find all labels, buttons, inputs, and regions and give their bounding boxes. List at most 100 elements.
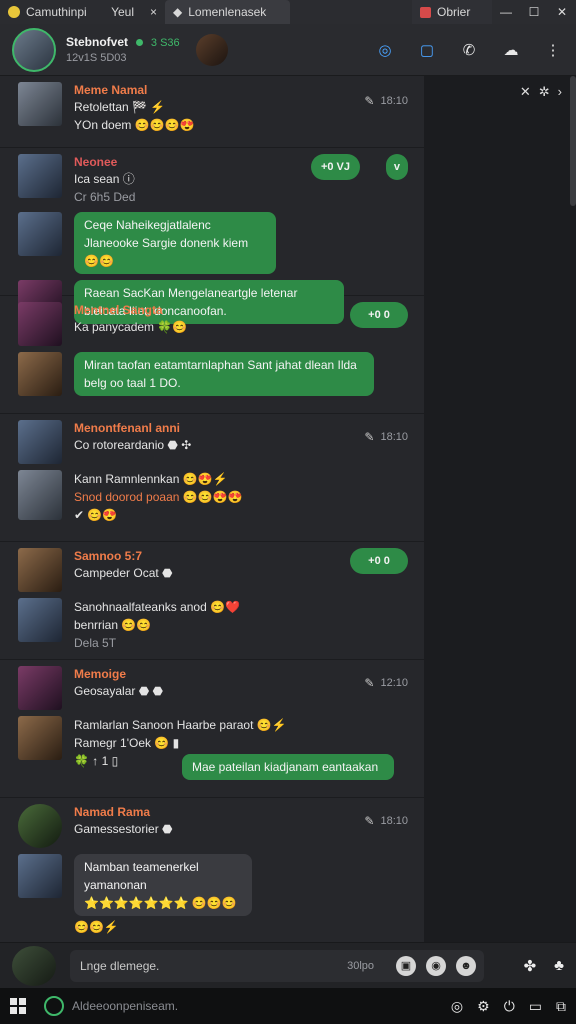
- tab-active[interactable]: ◆ Lomenlenasek: [165, 0, 290, 24]
- bookmark-icon[interactable]: ▢: [416, 41, 438, 59]
- sender-name[interactable]: Neonee: [74, 154, 414, 170]
- avatar[interactable]: [18, 716, 62, 760]
- reaction-pill[interactable]: +0 0: [350, 302, 408, 328]
- message-text: Gamessestorier ⬣: [74, 822, 173, 836]
- message-row: Namban teamenerkel yamanonan ⭐⭐⭐⭐⭐⭐⭐ 😊😊😊…: [18, 854, 414, 936]
- tab-icon: ◆: [173, 5, 183, 19]
- message-group: Namad Rama Gamessestorier ⬣ ✎ 18:10 Namb…: [0, 798, 424, 942]
- message-bubble[interactable]: Miran taofan eatamtarnlaphan Sant jahat …: [74, 352, 374, 396]
- emoji-icon[interactable]: ☻: [456, 955, 476, 976]
- online-indicator: [136, 38, 144, 46]
- avatar[interactable]: [18, 82, 62, 126]
- sender-name[interactable]: Menontfenanl anni: [74, 420, 414, 436]
- phone-icon[interactable]: ✆: [458, 41, 480, 59]
- message-text: Retolettan 🏁 ⚡: [74, 100, 166, 114]
- avatar[interactable]: [195, 33, 228, 66]
- more-icon[interactable]: ⋮: [542, 41, 564, 59]
- chat-icon[interactable]: ◎: [451, 998, 463, 1015]
- avatar[interactable]: [18, 598, 62, 642]
- settings-icon[interactable]: ✲: [539, 84, 550, 100]
- avatar[interactable]: [18, 548, 62, 592]
- tab-label: Camuthinpi: [26, 5, 87, 19]
- avatar[interactable]: [18, 470, 62, 520]
- message-bubble[interactable]: Namban teamenerkel yamanonan ⭐⭐⭐⭐⭐⭐⭐ 😊😊😊: [74, 854, 252, 916]
- close-panel-icon[interactable]: ✕: [520, 84, 531, 100]
- contact-name: Stebnofvet: [66, 34, 129, 49]
- avatar[interactable]: [12, 27, 56, 72]
- tab-first[interactable]: Camuthinpi Yeul ×: [0, 0, 165, 24]
- maximize-icon[interactable]: ☐: [520, 0, 548, 24]
- message-text: Co rotoreardanio ⬣ ✣: [74, 438, 192, 452]
- panel-controls: ✕ ✲ ›: [520, 84, 562, 100]
- message-row: Ceqe Naheikegjatlalenc Jlaneooke Sargie …: [18, 212, 414, 274]
- message-row: Meme Namal Retolettan 🏁 ⚡ YOn doem 😊😊😊😍: [18, 82, 414, 134]
- minimize-icon[interactable]: —: [492, 0, 520, 24]
- avatar[interactable]: [18, 854, 62, 898]
- avatar[interactable]: [12, 945, 56, 986]
- search-icon[interactable]: [44, 996, 64, 1016]
- sticker-icon[interactable]: ✤: [524, 957, 537, 975]
- gear-icon[interactable]: ⚙: [477, 998, 490, 1015]
- avatar[interactable]: [18, 804, 62, 848]
- edit-icon[interactable]: ✎: [364, 430, 374, 444]
- message-text: benrrian 😊😊: [74, 618, 152, 632]
- tab-right[interactable]: Obrier: [412, 0, 492, 24]
- windows-start-icon[interactable]: [10, 998, 26, 1014]
- sender-name[interactable]: Meme Namal: [74, 82, 414, 98]
- taskbar-search[interactable]: Aldeeoonpeniseam.: [72, 999, 178, 1013]
- message-text: Sanohnaalfateanks anod 😊❤️: [74, 600, 240, 614]
- message-group: Neonee Ica sean ⓘ Cr 6h5 Ded +0 VJ v Ceq…: [0, 148, 424, 324]
- tab-label: Lomenlenasek: [188, 5, 267, 19]
- chevron-right-icon[interactable]: ›: [558, 84, 562, 100]
- message-text: Ica sean ⓘ: [74, 172, 135, 186]
- message-text: ✔ 😊😍: [74, 508, 118, 522]
- reaction-pill[interactable]: v: [385, 154, 408, 180]
- message-group: Memoige Geosayalar ⬣ ⬣ ✎ 12:10 Ramlarlan…: [0, 660, 424, 798]
- app-icon: [420, 6, 431, 18]
- char-counter: 30lpo: [347, 959, 374, 972]
- message-text: 😊😊⚡: [74, 920, 119, 934]
- power-icon[interactable]: ⏻: [504, 998, 515, 1015]
- message-text: Snod doorod poaan 😊😊😍😍: [74, 490, 243, 504]
- reaction-pill[interactable]: +0 VJ: [310, 154, 360, 180]
- message-meta: ✎ 12:10: [364, 676, 408, 690]
- message-group: Meme Namal Retolettan 🏁 ⚡ YOn doem 😊😊😊😍 …: [0, 76, 424, 148]
- message-row: Namad Rama Gamessestorier ⬣: [18, 804, 414, 848]
- close-tab-icon[interactable]: ×: [150, 5, 157, 19]
- edit-icon[interactable]: ✎: [364, 94, 374, 108]
- message-row: Miran taofan eatamtarnlaphan Sant jahat …: [18, 352, 414, 396]
- tab-label: Yeul: [111, 5, 134, 19]
- monitor-icon[interactable]: ▭: [529, 998, 542, 1015]
- avatar[interactable]: [18, 352, 62, 396]
- avatar[interactable]: [18, 154, 62, 198]
- header-actions: ◎ ▢ ✆ ☁ ⋮: [374, 41, 564, 59]
- window-icon[interactable]: ⧉: [556, 998, 566, 1015]
- taskbar: Aldeeoonpeniseam. ◎ ⚙ ⏻ ▭ ⧉: [0, 988, 576, 1024]
- edit-icon[interactable]: ✎: [364, 814, 374, 828]
- apps-icon[interactable]: ♣: [554, 957, 564, 975]
- avatar[interactable]: [18, 666, 62, 710]
- reaction-pill[interactable]: +0 0: [350, 548, 408, 574]
- gif-icon[interactable]: ◉: [426, 955, 446, 976]
- message-list[interactable]: Meme Namal Retolettan 🏁 ⚡ YOn doem 😊😊😊😍 …: [0, 76, 424, 942]
- message-bubble[interactable]: Mae pateilan kiadjanam eantaakan: [182, 754, 394, 780]
- message-meta: ✎ 18:10: [364, 814, 408, 828]
- attach-icon[interactable]: ☁: [500, 41, 522, 59]
- avatar[interactable]: [18, 420, 62, 464]
- sender-name[interactable]: Memoige: [74, 666, 414, 682]
- message-bubble[interactable]: Ceqe Naheikegjatlalenc Jlaneooke Sargie …: [74, 212, 276, 274]
- message-input[interactable]: Lnge dlemege. 30lpo ▣ ◉ ☻: [70, 949, 484, 982]
- message-meta: ✎ 18:10: [364, 94, 408, 108]
- scrollbar[interactable]: [570, 76, 576, 206]
- message-text: Ramegr 1'Oek 😊 ▮: [74, 736, 180, 750]
- compass-icon[interactable]: ◎: [374, 41, 396, 59]
- title-bar: Camuthinpi Yeul × ◆ Lomenlenasek Obrier …: [0, 0, 576, 24]
- image-icon[interactable]: ▣: [396, 955, 416, 976]
- sender-name[interactable]: Namad Rama: [74, 804, 414, 820]
- app-icon: [8, 6, 20, 18]
- edit-icon[interactable]: ✎: [364, 676, 374, 690]
- avatar[interactable]: [18, 212, 62, 256]
- message-text: YOn doem 😊😊😊😍: [74, 118, 195, 132]
- close-icon[interactable]: ✕: [548, 0, 576, 24]
- avatar[interactable]: [18, 302, 62, 346]
